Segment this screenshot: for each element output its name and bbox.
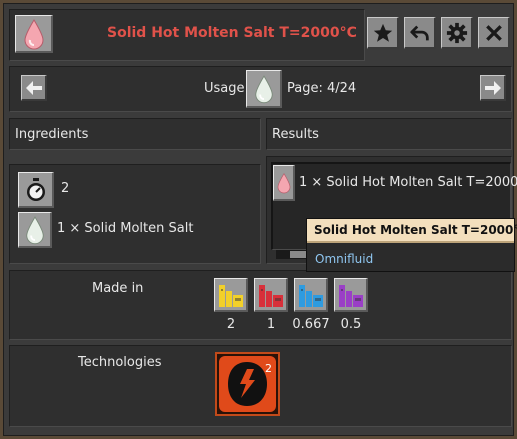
technology-badge: 2 xyxy=(265,362,272,375)
machine-slot[interactable] xyxy=(334,278,368,312)
settings-button[interactable] xyxy=(441,17,473,49)
page-title: Solid Hot Molten Salt T=2000°C xyxy=(107,25,357,41)
prev-page-button[interactable] xyxy=(21,75,47,101)
close-button[interactable] xyxy=(478,17,510,49)
gear-icon xyxy=(446,22,467,43)
technology-o2-icon: 2 xyxy=(219,356,276,412)
back-button[interactable] xyxy=(404,17,436,49)
ingredient-label[interactable]: 1 × Solid Molten Salt xyxy=(57,221,193,236)
yellow-machine-icon xyxy=(218,284,243,307)
white-crystal-drop-icon xyxy=(25,215,44,244)
technology-slot[interactable]: 2 xyxy=(215,352,280,416)
page-indicator: Page: 4/24 xyxy=(287,81,357,96)
craft-time-slot[interactable] xyxy=(18,172,54,208)
nav-item-slot[interactable] xyxy=(246,70,282,108)
tooltip-title: Solid Hot Molten Salt T=2000°C xyxy=(314,223,517,237)
craft-time-value: 2 xyxy=(61,181,70,196)
machine-count: 0.5 xyxy=(340,317,362,332)
arrow-left-icon xyxy=(25,80,42,95)
ingredients-heading: Ingredients xyxy=(15,127,89,142)
favorite-button[interactable] xyxy=(367,17,399,49)
header-item-slot[interactable] xyxy=(15,15,53,53)
item-tooltip: Solid Hot Molten Salt T=2000°C Omnifluid xyxy=(306,218,517,272)
pink-crystal-drop-icon xyxy=(277,172,290,193)
machine-slot[interactable] xyxy=(214,278,248,312)
machine-slot[interactable] xyxy=(294,278,328,312)
stopwatch-icon xyxy=(26,177,45,201)
star-icon xyxy=(373,23,392,42)
close-icon xyxy=(485,24,502,41)
undo-arrow-icon xyxy=(409,25,429,40)
purple-machine-icon xyxy=(338,284,363,307)
white-crystal-drop-icon xyxy=(254,74,273,103)
ingredient-item-slot[interactable] xyxy=(18,212,52,248)
mode-label: Usage xyxy=(204,81,245,96)
result-label[interactable]: 1 × Solid Hot Molten Salt T=2000°C xyxy=(299,175,517,190)
made-in-heading: Made in xyxy=(92,281,144,296)
arrow-right-icon xyxy=(484,80,501,95)
red-machine-icon xyxy=(258,284,283,307)
machine-slot[interactable] xyxy=(254,278,288,312)
tooltip-subtitle: Omnifluid xyxy=(315,252,374,266)
pink-crystal-drop-icon xyxy=(23,18,44,49)
results-heading: Results xyxy=(272,127,319,142)
blue-machine-icon xyxy=(298,284,323,307)
next-page-button[interactable] xyxy=(480,75,506,101)
technologies-heading: Technologies xyxy=(78,355,162,370)
result-item-slot[interactable] xyxy=(273,165,295,201)
